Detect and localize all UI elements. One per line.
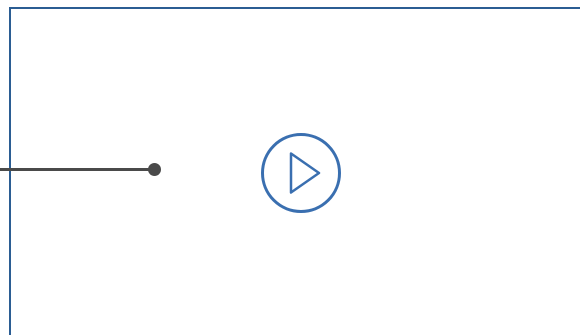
connector-line <box>0 168 155 171</box>
connector-dot <box>148 163 161 176</box>
play-circle-icon <box>261 133 341 213</box>
canvas <box>0 0 580 335</box>
play-button[interactable] <box>260 132 342 214</box>
